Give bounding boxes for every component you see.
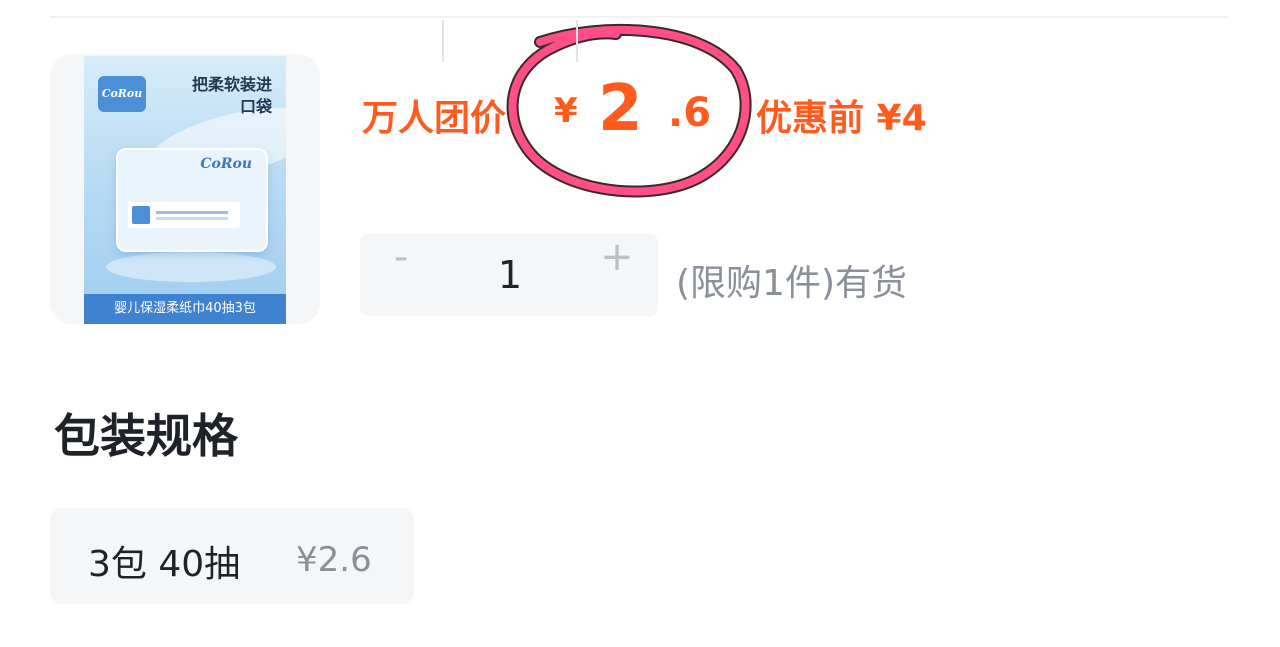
decrement-button[interactable]: - [360, 234, 442, 316]
pack-reflection [106, 252, 276, 282]
quantity-stepper[interactable]: - + [360, 234, 658, 316]
stepper-divider [576, 20, 578, 62]
spec-section-title: 包装规格 [54, 409, 238, 463]
increment-button[interactable]: + [576, 234, 658, 316]
quantity-input[interactable] [444, 234, 576, 316]
brand-logo: CoRou [98, 76, 146, 112]
price-integer: 2 [598, 72, 643, 146]
pack-brand-logo: CoRou [200, 156, 252, 172]
top-divider [50, 16, 1228, 18]
original-price: 优惠前 ¥4 [756, 98, 927, 139]
tissue-pack-illustration: CoRou [116, 148, 268, 252]
product-image[interactable]: CoRou 把柔软装进口袋 CoRou 婴儿保湿柔纸巾40抽3包 [84, 56, 286, 324]
group-price-label: 万人团价 [362, 98, 507, 139]
spec-option-label: 3包 40抽 [88, 544, 241, 585]
stepper-divider [442, 20, 444, 62]
price-decimal: .6 [668, 90, 712, 136]
pack-label [128, 202, 240, 228]
purchase-limit-stock-text: (限购1件)有货 [676, 263, 907, 304]
spec-option-chip[interactable]: 3包 40抽 ¥2.6 [50, 508, 414, 604]
product-caption: 婴儿保湿柔纸巾40抽3包 [84, 294, 286, 324]
price-currency: ¥ [554, 91, 578, 131]
spec-option-price: ¥2.6 [296, 540, 372, 580]
product-slogan: 把柔软装进口袋 [192, 75, 273, 116]
